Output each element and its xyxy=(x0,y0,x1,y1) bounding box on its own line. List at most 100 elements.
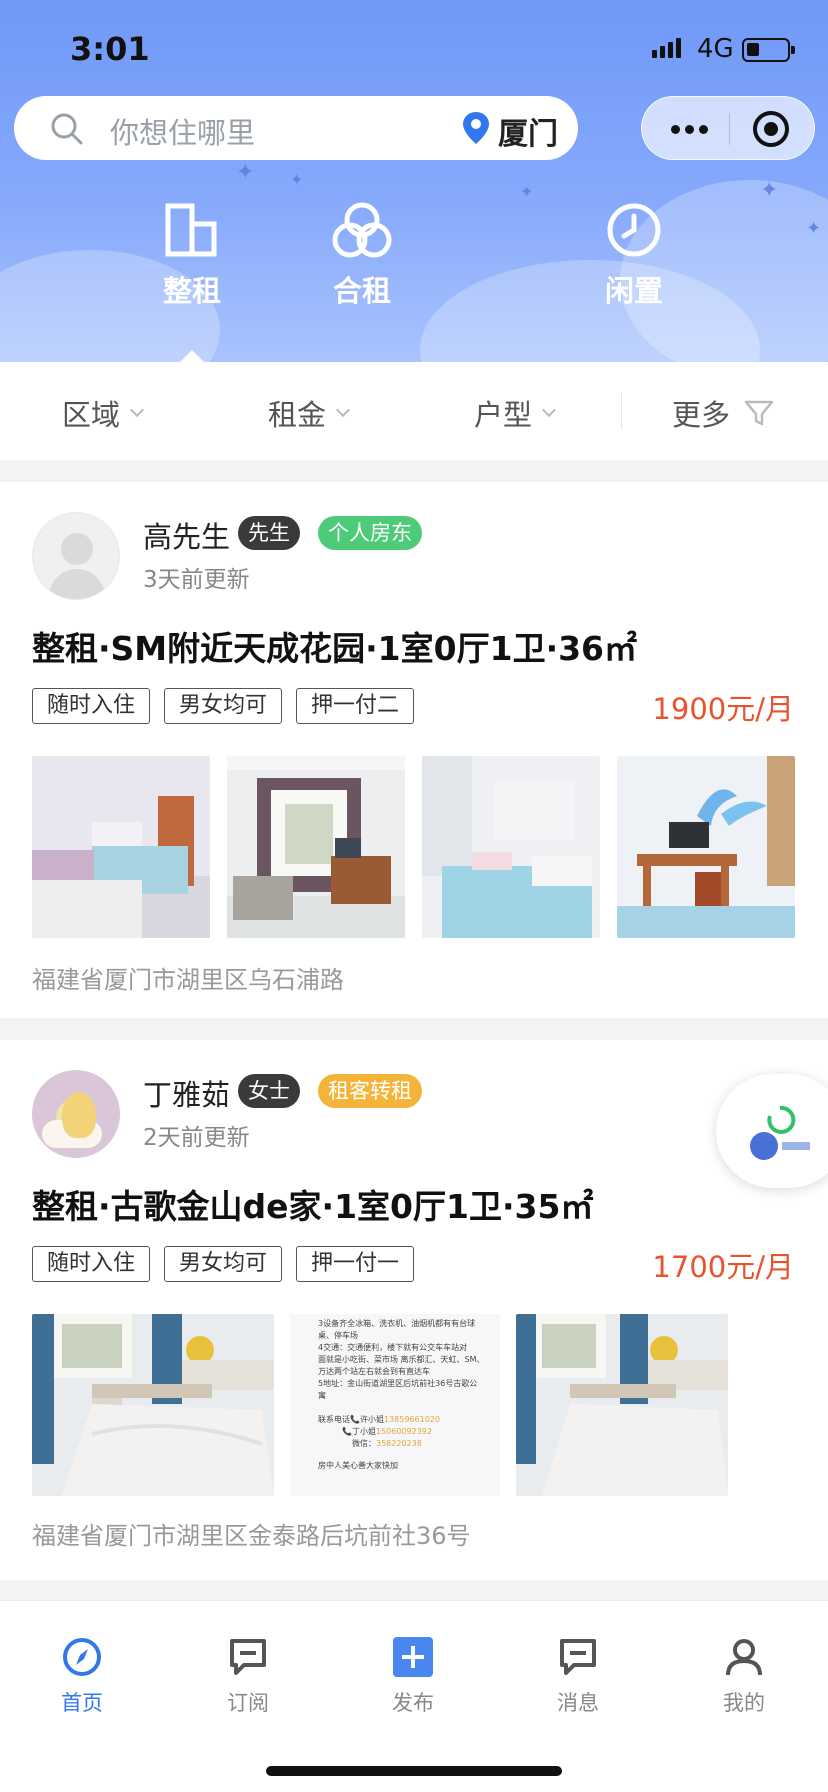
notice-contact-name: 许小姐 xyxy=(359,1415,384,1424)
owner-name: 高先生 xyxy=(143,520,231,554)
bird-icon: ✦ xyxy=(290,170,304,189)
circles-icon xyxy=(332,202,392,258)
clock-icon xyxy=(607,203,661,257)
notice-line: 面就是小吃街、菜市场 离乐都汇、天虹、SM、 xyxy=(318,1355,485,1364)
notice-phone: 13859661020 xyxy=(383,1415,440,1424)
updated-time: 2天前更新 xyxy=(143,1125,250,1151)
section-gap xyxy=(0,1018,828,1040)
gender-badge: 女士 xyxy=(238,1074,300,1108)
listing-address: 福建省厦门市湖里区金泰路后坑前社36号 xyxy=(32,1522,471,1550)
category-label: 整租 xyxy=(162,274,221,308)
tab-label: 消息 xyxy=(557,1691,599,1715)
tag: 押一付二 xyxy=(296,688,415,724)
status-time: 3:01 xyxy=(70,30,150,68)
room-photo[interactable] xyxy=(32,1314,274,1496)
notice-line: 3设备齐全冰箱、洗衣机、油烟机都有有台球 xyxy=(318,1319,476,1328)
room-photo[interactable] xyxy=(227,756,405,938)
room-photo[interactable] xyxy=(32,756,210,938)
close-miniprogram-icon[interactable] xyxy=(753,111,789,147)
notice-phone: 15060092392 xyxy=(375,1427,432,1436)
listing-title[interactable]: 整租·SM附近天成花园·1室0厅1卫·36㎡ xyxy=(32,622,637,670)
gender-badge: 先生 xyxy=(238,516,300,550)
building-icon xyxy=(165,203,217,257)
notice-line: 5地址：金山街道湖里区后坑前社36号古歌公 xyxy=(318,1379,478,1388)
tab-publish[interactable]: 发布 xyxy=(353,1637,473,1717)
photo-strip: 3设备齐全冰箱、洗衣机、油烟机都有有台球 桌、停车场 4交通：交通便利，楼下就有… xyxy=(32,1314,728,1496)
photo-strip xyxy=(32,756,795,938)
filter-label: 区域 xyxy=(62,398,121,432)
tab-messages[interactable]: 消息 xyxy=(518,1637,638,1717)
landlord-badge: 个人房东 xyxy=(318,516,422,550)
room-photo[interactable] xyxy=(516,1314,728,1496)
tag: 男女均可 xyxy=(164,1246,283,1282)
listing-title[interactable]: 整租·古歌金山de家·1室0厅1卫·35㎡ xyxy=(32,1180,593,1228)
funnel-icon xyxy=(744,400,774,426)
avatar xyxy=(32,1070,120,1158)
owner-name: 丁雅茹 xyxy=(143,1078,231,1112)
filter-label: 更多 xyxy=(672,398,731,432)
battery-icon xyxy=(742,38,795,62)
listing-card[interactable]: 高先生 先生 个人房东 3天前更新 整租·SM附近天成花园·1室0厅1卫·36㎡… xyxy=(0,482,828,1018)
filter-area[interactable]: 区域 xyxy=(62,392,145,434)
home-indicator xyxy=(266,1766,562,1776)
bird-icon: ✦ xyxy=(520,182,534,201)
header-banner: ✦ ✦ ✦ ✦ ✦ 3:01 4G 你想住哪里 厦门 整租 合租 闲置 xyxy=(0,0,828,362)
miniprogram-capsule xyxy=(641,96,815,160)
notice-wechat: 358220238 xyxy=(376,1439,422,1448)
tag: 男女均可 xyxy=(164,688,283,724)
listing-address: 福建省厦门市湖里区乌石浦路 xyxy=(32,966,344,994)
search-icon xyxy=(51,113,83,145)
avatar xyxy=(32,512,120,600)
message-icon xyxy=(560,1639,596,1675)
search-bar[interactable]: 你想住哪里 厦门 xyxy=(14,96,578,160)
notice-footer: 房中人美心善大家快加 xyxy=(318,1461,398,1470)
tab-subscribe[interactable]: 订阅 xyxy=(188,1637,308,1717)
price: 1900元/月 xyxy=(652,692,794,726)
room-photo[interactable] xyxy=(422,756,600,938)
listing-card[interactable]: 丁雅茹 女士 租客转租 2天前更新 整租·古歌金山de家·1室0厅1卫·35㎡ … xyxy=(0,1040,828,1580)
filter-layout[interactable]: 户型 xyxy=(474,392,557,434)
category-whole-rent[interactable]: 整租 xyxy=(122,202,262,332)
tab-label: 我的 xyxy=(723,1691,765,1715)
search-placeholder[interactable]: 你想住哪里 xyxy=(110,110,255,152)
category-label: 合租 xyxy=(332,274,391,308)
category-idle[interactable]: 闲置 xyxy=(564,202,704,332)
tab-home[interactable]: 首页 xyxy=(22,1637,142,1717)
user-icon xyxy=(726,1639,762,1676)
filter-more[interactable]: 更多 xyxy=(672,392,774,434)
notice-wechat-label: 微信： xyxy=(352,1439,376,1448)
city-selector[interactable]: 厦门 xyxy=(498,109,558,153)
bird-icon: ✦ xyxy=(760,178,779,203)
capsule-divider xyxy=(729,113,730,145)
filter-divider xyxy=(621,392,622,430)
sublet-badge: 租客转租 xyxy=(318,1074,422,1108)
notice-image[interactable]: 3设备齐全冰箱、洗衣机、油烟机都有有台球 桌、停车场 4交通：交通便利，楼下就有… xyxy=(290,1314,500,1496)
notice-contact-label: 联系电话 xyxy=(318,1415,350,1424)
tag-list: 随时入住 男女均可 押一付二 xyxy=(32,688,415,724)
app-shortcut-icon xyxy=(750,1105,810,1160)
notice-line: 寓 xyxy=(318,1391,326,1400)
notice-line: 4交通：交通便利，楼下就有公交车车站对 xyxy=(318,1343,468,1352)
chevron-down-icon xyxy=(129,402,145,418)
chevron-down-icon xyxy=(541,402,557,418)
signal-icon xyxy=(652,38,681,58)
tab-profile[interactable]: 我的 xyxy=(684,1637,804,1717)
filter-label: 户型 xyxy=(474,398,533,432)
category-shared-rent[interactable]: 合租 xyxy=(292,202,432,332)
floating-app-button[interactable] xyxy=(716,1074,828,1188)
room-photo[interactable] xyxy=(617,756,795,938)
bottom-tab-bar: 首页 订阅 发布 消息 我的 xyxy=(0,1600,828,1792)
section-gap xyxy=(0,1580,828,1600)
filter-rent[interactable]: 租金 xyxy=(268,392,351,434)
more-options-icon[interactable] xyxy=(666,115,712,143)
tag-list: 随时入住 男女均可 押一付一 xyxy=(32,1246,415,1282)
location-pin-icon[interactable] xyxy=(462,111,490,145)
notice-line: 万达两个站左右就会到有直达车 xyxy=(318,1367,430,1376)
tag: 随时入住 xyxy=(32,1246,151,1282)
bookmark-icon xyxy=(230,1639,266,1675)
status-bar: 3:01 4G xyxy=(0,0,828,95)
notice-line: 桌、停车场 xyxy=(318,1331,358,1340)
compass-icon xyxy=(63,1638,101,1676)
tab-label: 首页 xyxy=(61,1691,103,1715)
notice-contact-name: 丁小姐 xyxy=(351,1427,376,1436)
